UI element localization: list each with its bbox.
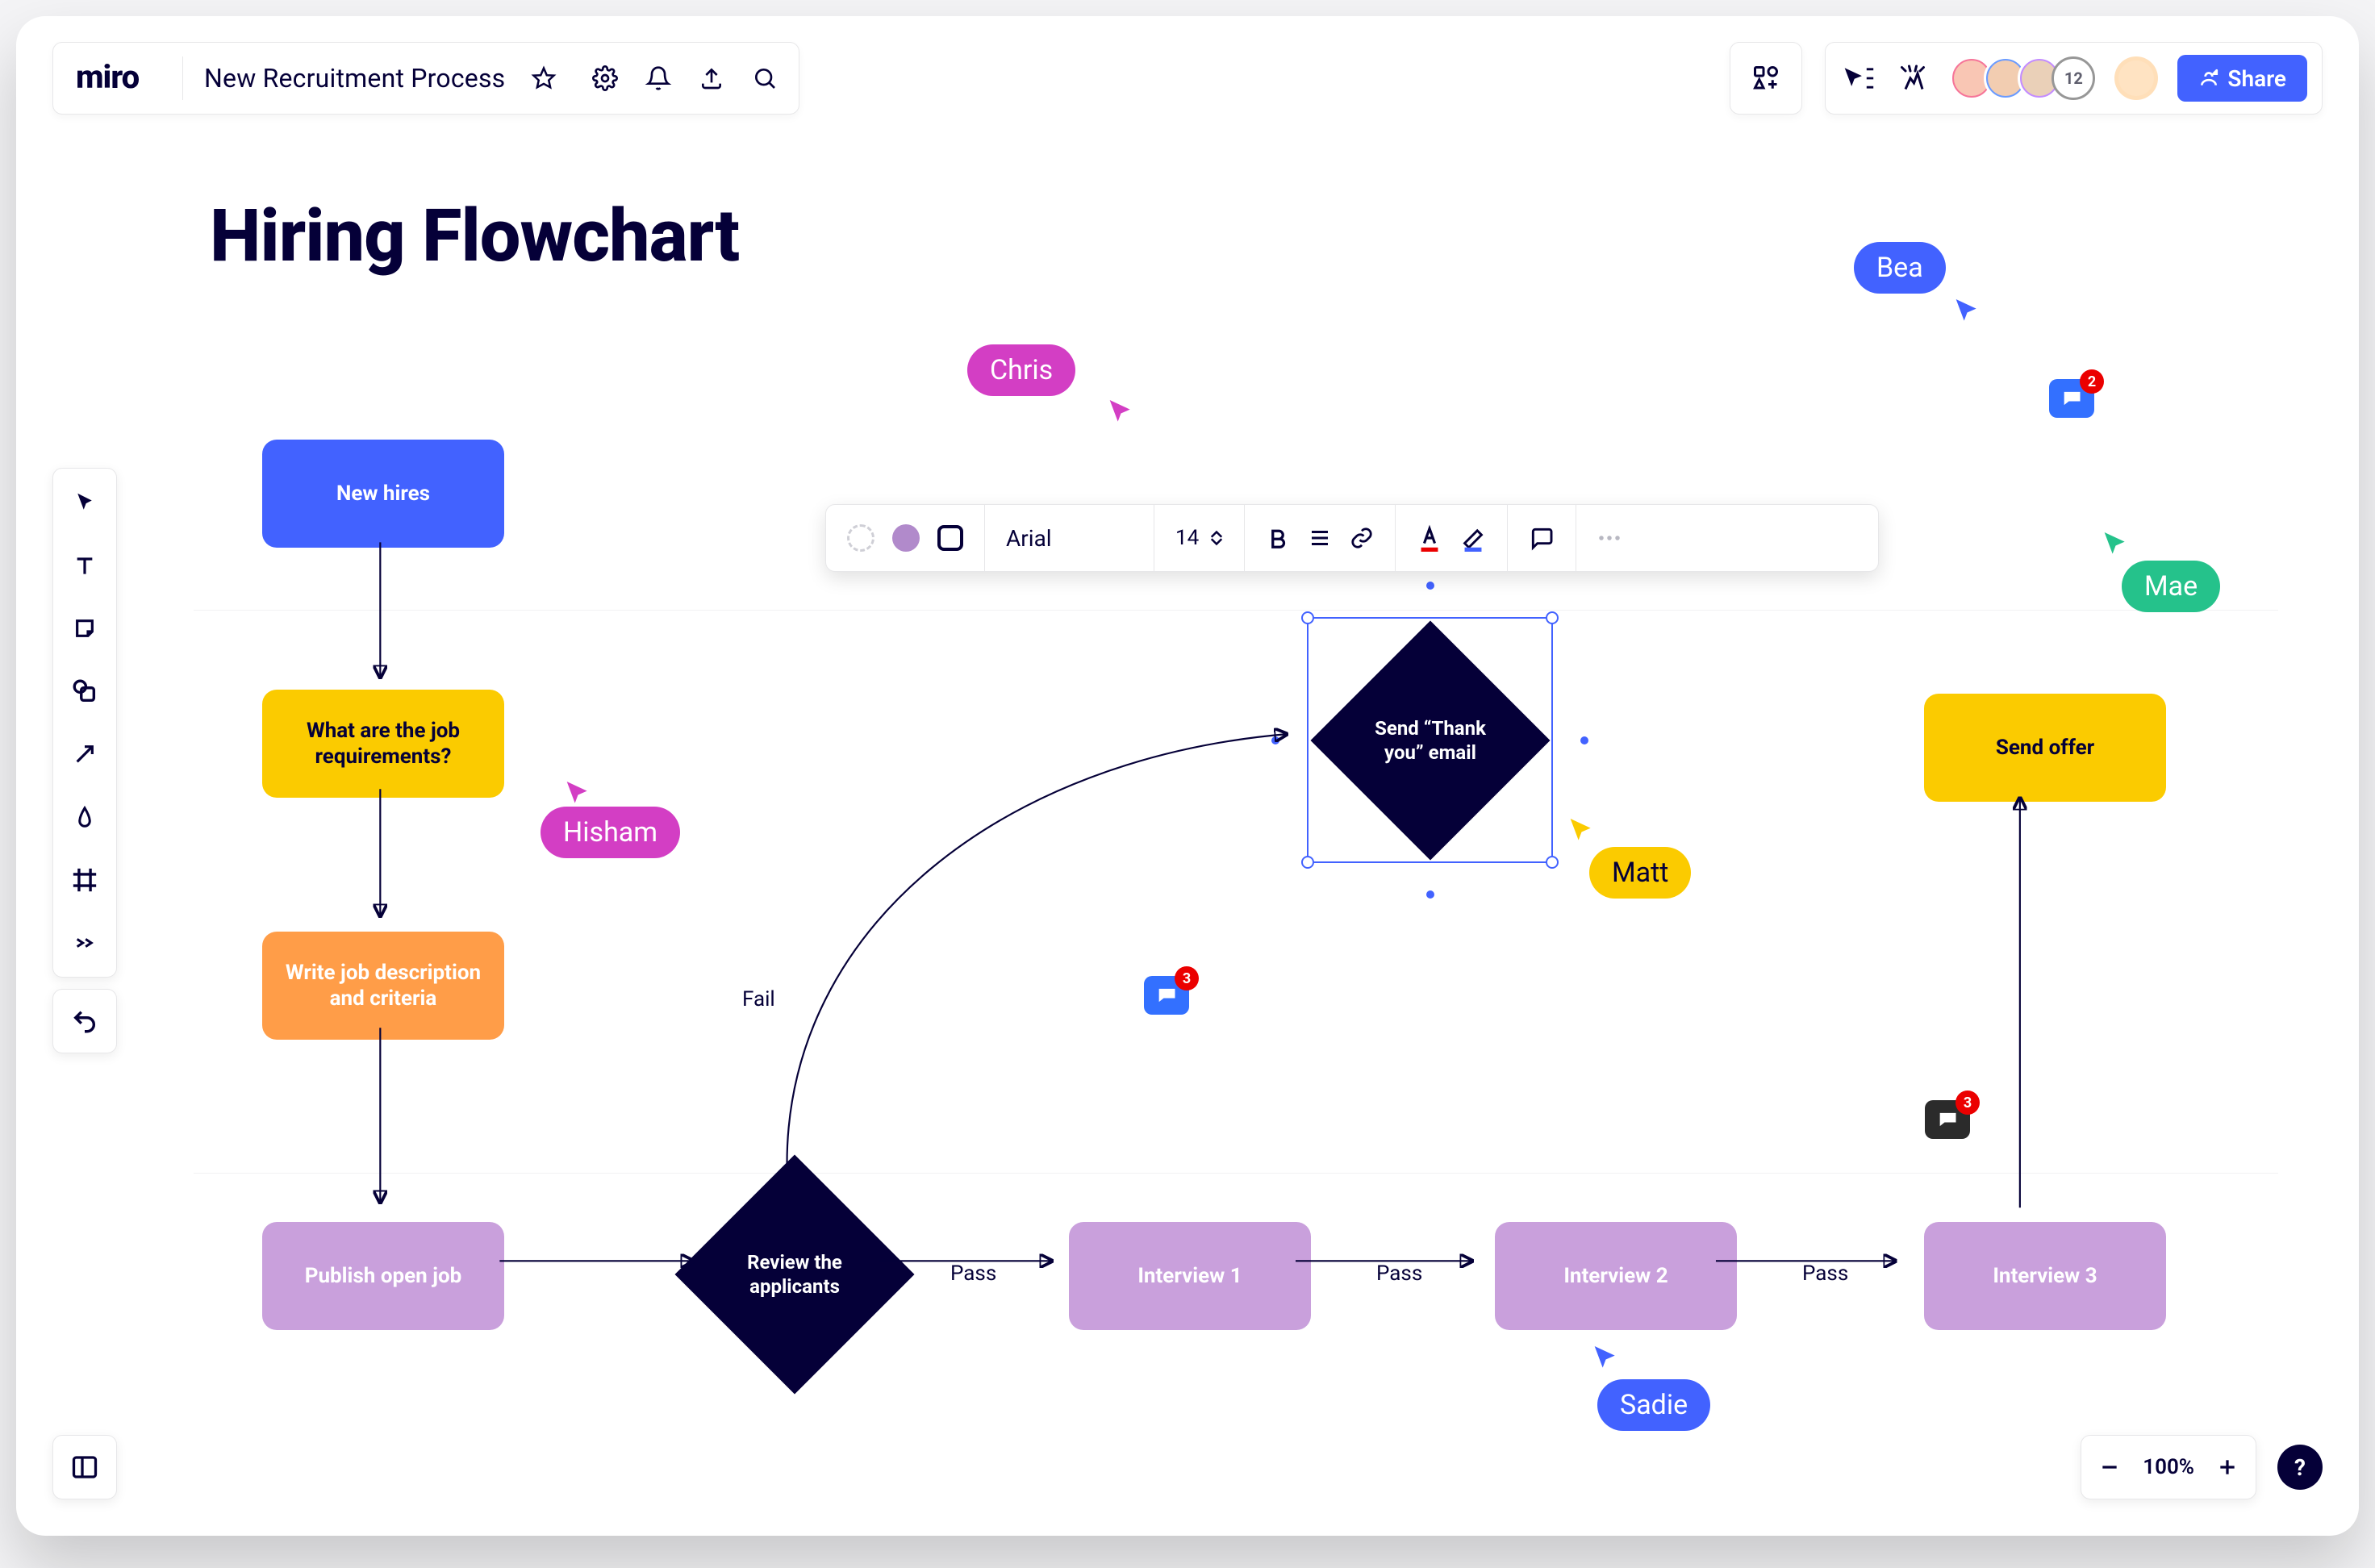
border-style-icon[interactable]: [847, 524, 874, 552]
font-name[interactable]: Arial: [1006, 525, 1052, 552]
cursor-pointer-icon: [1951, 295, 1983, 327]
cursor-chris: Chris: [967, 344, 1075, 396]
node-review[interactable]: Review the applicants: [675, 1155, 915, 1395]
ctx-comment[interactable]: [1508, 505, 1576, 571]
tool-rail: [52, 468, 117, 978]
comment-thread[interactable]: 3: [1144, 976, 1189, 1015]
node-write-desc[interactable]: Write job description and criteria: [262, 932, 504, 1040]
bold-icon[interactable]: [1266, 526, 1290, 550]
cursor-pointer-icon: [2099, 528, 2131, 561]
collab-cluster: 12 Share: [1825, 42, 2323, 115]
export-icon[interactable]: [694, 60, 729, 96]
comment-count: 2: [2080, 369, 2104, 394]
star-icon[interactable]: [526, 60, 561, 96]
arrow-tool-icon[interactable]: [65, 735, 104, 774]
canvas[interactable]: Hiring Flowchart New hires What are the …: [161, 145, 2310, 1423]
fill-color-swatch[interactable]: [892, 524, 920, 552]
more-tools-icon[interactable]: [65, 924, 104, 962]
node-publish[interactable]: Publish open job: [262, 1222, 504, 1330]
selection-box[interactable]: [1307, 617, 1553, 863]
comment-count: 3: [1956, 1091, 1980, 1115]
collaborator-avatars[interactable]: 12: [1950, 56, 2095, 100]
miro-logo[interactable]: miro: [76, 62, 161, 94]
svg-text:miro: miro: [76, 62, 140, 94]
share-label: Share: [2227, 65, 2286, 92]
undo-button[interactable]: [52, 989, 117, 1053]
divider: [182, 56, 183, 100]
cursor-hisham: Hisham: [541, 807, 680, 858]
cursor-pointer-icon: [561, 778, 594, 810]
shape-context-toolbar[interactable]: Arial 14: [825, 504, 1879, 572]
settings-icon[interactable]: [587, 60, 623, 96]
self-avatar[interactable]: [2114, 56, 2158, 100]
shape-type-icon[interactable]: [937, 525, 963, 551]
highlight-icon[interactable]: [1460, 524, 1486, 552]
share-button[interactable]: Share: [2177, 55, 2307, 102]
diagram-title[interactable]: Hiring Flowchart: [210, 194, 739, 278]
guide-line: [194, 610, 2278, 611]
ctx-more[interactable]: [1576, 505, 1642, 571]
pen-tool-icon[interactable]: [65, 798, 104, 836]
zoom-controls: 100% ?: [2081, 1435, 2323, 1499]
cursor-mode-icon[interactable]: [1840, 60, 1876, 96]
node-interview2[interactable]: Interview 2: [1495, 1222, 1737, 1330]
select-tool-icon[interactable]: [65, 483, 104, 522]
link-icon[interactable]: [1350, 526, 1374, 550]
ctx-text-color[interactable]: [1396, 505, 1508, 571]
cursor-bea: Bea: [1854, 242, 1946, 294]
frame-tool-icon[interactable]: [65, 861, 104, 899]
board-title[interactable]: New Recruitment Process: [204, 63, 505, 94]
help-button[interactable]: ?: [2277, 1445, 2323, 1490]
node-interview1[interactable]: Interview 1: [1069, 1222, 1311, 1330]
node-new-hires[interactable]: New hires: [262, 440, 504, 548]
reactions-icon[interactable]: [1895, 60, 1930, 96]
node-send-offer[interactable]: Send offer: [1924, 694, 2166, 802]
bell-icon[interactable]: [641, 60, 676, 96]
comment-thread[interactable]: 2: [2049, 379, 2094, 418]
guide-line: [194, 1173, 2278, 1174]
search-icon[interactable]: [747, 60, 783, 96]
node-interview3[interactable]: Interview 3: [1924, 1222, 2166, 1330]
zoom-label[interactable]: 100%: [2143, 1455, 2194, 1479]
zoom-in-icon[interactable]: [2217, 1457, 2238, 1478]
cursor-pointer-icon: [1565, 815, 1597, 847]
ctx-font-size[interactable]: 14: [1154, 505, 1245, 571]
edge-label-fail: Fail: [742, 987, 775, 1011]
cursor-pointer-icon: [1589, 1342, 1622, 1374]
zoom-out-icon[interactable]: [2099, 1457, 2120, 1478]
text-tool-icon[interactable]: [65, 546, 104, 585]
shape-tool-icon[interactable]: [65, 672, 104, 711]
avatar-overflow[interactable]: 12: [2052, 56, 2095, 100]
comment-icon[interactable]: [1529, 525, 1555, 551]
top-right-toolbar: 12 Share: [1730, 42, 2323, 115]
node-requirements[interactable]: What are the job requirements?: [262, 690, 504, 798]
edge-label-pass: Pass: [950, 1261, 996, 1286]
cursor-mae: Mae: [2122, 561, 2220, 612]
cursor-sadie: Sadie: [1597, 1379, 1710, 1431]
ellipsis-icon[interactable]: [1597, 534, 1622, 542]
sticky-tool-icon[interactable]: [65, 609, 104, 648]
text-color-icon[interactable]: [1417, 524, 1442, 552]
comment-count: 3: [1175, 966, 1199, 990]
ctx-font[interactable]: Arial: [985, 505, 1154, 571]
edge-label-pass: Pass: [1376, 1261, 1422, 1286]
panel-toggle-icon[interactable]: [52, 1435, 117, 1499]
align-icon[interactable]: [1308, 526, 1332, 550]
comment-thread[interactable]: 3: [1925, 1100, 1970, 1139]
edge-label-pass: Pass: [1802, 1261, 1848, 1286]
cursor-pointer-icon: [1104, 396, 1137, 428]
top-left-toolbar: miro New Recruitment Process: [52, 42, 799, 115]
cursor-matt: Matt: [1589, 847, 1691, 899]
apps-icon[interactable]: [1730, 42, 1802, 115]
ctx-text-style[interactable]: [1245, 505, 1396, 571]
ctx-colors[interactable]: [826, 505, 985, 571]
